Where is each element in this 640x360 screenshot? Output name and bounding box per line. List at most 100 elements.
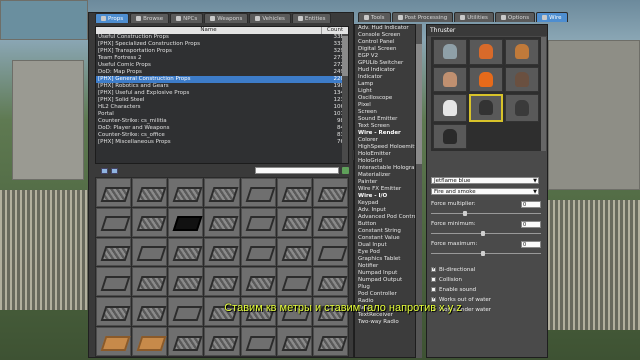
slider-track[interactable] (431, 213, 541, 214)
tool-item[interactable]: Light (355, 88, 415, 95)
tab-post-processing[interactable]: Post Processing (391, 12, 454, 22)
tool-item[interactable]: Keypad (355, 200, 415, 207)
prop-thumbnail[interactable] (168, 327, 204, 356)
prop-thumbnail[interactable] (132, 207, 168, 237)
tool-item[interactable]: Text Screen (355, 123, 415, 130)
tool-item[interactable]: Interactable Holograp... (355, 165, 415, 172)
tool-item[interactable]: Notifier (355, 263, 415, 270)
tool-item[interactable]: Constant String (355, 228, 415, 235)
column-count[interactable]: Count (322, 27, 348, 34)
model-tile[interactable] (505, 39, 539, 65)
model-tile[interactable] (433, 123, 467, 149)
prop-thumbnail[interactable] (96, 327, 132, 356)
tool-item[interactable]: Two-way Radio (355, 319, 415, 326)
prop-thumbnail[interactable] (132, 267, 168, 297)
tab-vehicles[interactable]: Vehicles (249, 13, 291, 23)
model-tile[interactable] (505, 94, 539, 122)
model-grid-scrollbar[interactable] (541, 37, 546, 151)
list-row[interactable]: [PHX] Robotics and Gears 198 (96, 83, 348, 90)
prop-thumbnail[interactable] (276, 207, 312, 237)
tool-item[interactable]: Indicator (355, 74, 415, 81)
list-scrollbar[interactable] (342, 34, 348, 163)
prop-thumbnail[interactable] (240, 178, 276, 207)
tool-item[interactable]: Digital Screen (355, 46, 415, 53)
tool-item[interactable]: Pixel (355, 102, 415, 109)
scrollbar-thumb[interactable] (416, 44, 422, 164)
list-row[interactable]: Useful Comic Props 272 (96, 62, 348, 69)
tab-props[interactable]: Props (95, 13, 130, 23)
force-maximum-slider[interactable]: Force maximum: 0 (431, 241, 545, 259)
slider-track[interactable] (431, 253, 541, 254)
prop-thumbnail[interactable] (168, 207, 204, 237)
tool-item[interactable]: Hud Indicator (355, 67, 415, 74)
slider-value[interactable]: 0 (521, 241, 541, 248)
tool-item[interactable]: Numpad Input (355, 270, 415, 277)
prop-thumbnail[interactable] (240, 327, 276, 356)
tab-entities[interactable]: Entities (291, 13, 332, 23)
prop-thumbnail[interactable] (240, 237, 276, 267)
list-row[interactable]: [PHX] Specialized Construction Props 333 (96, 41, 348, 48)
tool-category-header[interactable]: Wire - I/O (355, 193, 415, 200)
tool-item[interactable]: HoloGrid (355, 158, 415, 165)
tool-item[interactable]: Adv. Hud Indicator (355, 25, 415, 32)
prop-thumbnail[interactable] (96, 207, 132, 237)
prop-thumbnail[interactable] (204, 327, 240, 356)
list-row[interactable]: Portal 101 (96, 111, 348, 118)
list-row[interactable]: [PHX] Miscellaneous Props 76 (96, 139, 348, 146)
model-tile-selected[interactable] (469, 94, 503, 122)
list-row[interactable]: Counter-Strike: cs_militia 98 (96, 118, 348, 125)
search-input[interactable] (255, 167, 339, 174)
checkbox-option[interactable]: Enable sound (431, 286, 476, 293)
tab-wire[interactable]: Wire (536, 12, 568, 22)
slider-value[interactable]: 0 (521, 221, 541, 228)
tab-utilities[interactable]: Utilities (454, 12, 494, 22)
checkbox-option[interactable]: Collision (431, 276, 462, 283)
prop-thumbnail[interactable] (312, 267, 348, 297)
column-name[interactable]: Name (96, 27, 322, 34)
prop-thumbnail[interactable] (96, 237, 132, 267)
list-row[interactable]: Useful Construction Props 338 (96, 34, 348, 41)
tool-item[interactable]: Eye Pod (355, 249, 415, 256)
prop-thumbnail[interactable] (204, 207, 240, 237)
tool-item[interactable]: Graphics Tablet (355, 256, 415, 263)
prop-thumbnail[interactable] (132, 327, 168, 356)
slider-knob[interactable] (481, 231, 485, 236)
prop-thumbnail[interactable] (204, 178, 240, 207)
list-row[interactable]: HL2 Characters 106 (96, 104, 348, 111)
slider-track[interactable] (431, 233, 541, 234)
tab-npcs[interactable]: NPCs (170, 13, 204, 23)
force-minimum-slider[interactable]: Force minimum: 0 (431, 221, 545, 239)
effect-dropdown[interactable]: Jetflame blue ▼ (431, 177, 539, 184)
list-row[interactable]: [PHX] Useful and Explosive Props 134 (96, 90, 348, 97)
view-icon[interactable] (101, 167, 108, 174)
prop-category-list[interactable]: Name Count Useful Construction Props 338[… (95, 26, 349, 164)
tool-item[interactable]: HighSpeed Holoemitter (355, 144, 415, 151)
tool-item[interactable]: EGP V2 (355, 53, 415, 60)
prop-thumbnail[interactable] (96, 297, 132, 327)
tool-item[interactable]: Dual Input (355, 242, 415, 249)
tool-item[interactable]: Lamp (355, 81, 415, 88)
tool-item[interactable]: Oscilloscope (355, 95, 415, 102)
prop-thumbnail[interactable] (276, 237, 312, 267)
refresh-icon[interactable] (342, 167, 349, 174)
model-tile[interactable] (469, 39, 503, 65)
force-multiplier-slider[interactable]: Force multiplier: 0 (431, 201, 545, 219)
sound-dropdown[interactable]: Fire and smoke ▼ (431, 188, 539, 195)
tool-item[interactable]: Console Screen (355, 32, 415, 39)
tab-weapons[interactable]: Weapons (204, 13, 249, 23)
prop-thumbnail[interactable] (312, 207, 348, 237)
tool-item[interactable]: Painter (355, 179, 415, 186)
slider-knob[interactable] (463, 211, 467, 216)
tool-item[interactable]: Numpad Output (355, 277, 415, 284)
tool-item[interactable]: Sound Emitter (355, 116, 415, 123)
prop-thumbnail[interactable] (276, 267, 312, 297)
model-tile[interactable] (469, 66, 503, 92)
prop-thumbnail[interactable] (276, 178, 312, 207)
tool-item[interactable]: Materializer (355, 172, 415, 179)
list-row[interactable]: DoD: Map Props 249 (96, 69, 348, 76)
prop-thumbnail[interactable] (312, 178, 348, 207)
model-tile[interactable] (433, 94, 467, 122)
prop-thumbnail[interactable] (240, 207, 276, 237)
prop-thumbnail[interactable] (132, 178, 168, 207)
view-list-icon[interactable] (111, 167, 118, 174)
